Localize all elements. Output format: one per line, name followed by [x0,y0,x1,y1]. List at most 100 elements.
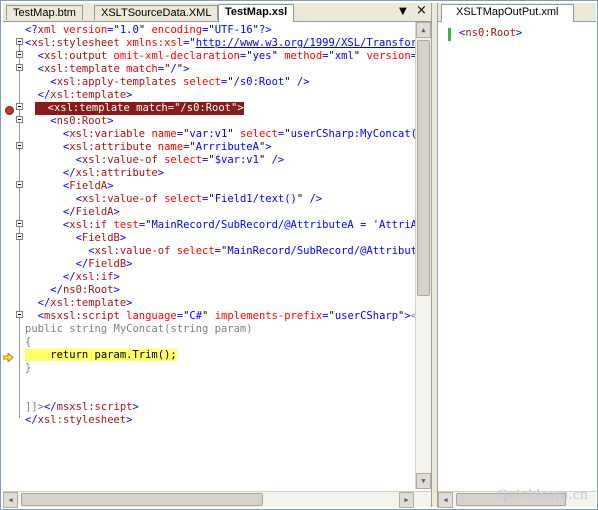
code-token: > [183,63,190,75]
code-line: </xsl:template> [25,297,133,310]
code-line: <FieldA> [25,180,114,193]
collapse-script-icon[interactable] [16,311,23,318]
indicator-margin[interactable] [3,22,15,489]
code-token: xsl:output [43,50,108,62]
code-line: </xsl:if> [25,271,120,284]
collapse-stylesheet-icon[interactable] [16,38,23,45]
code-token: 1.0 [119,24,139,36]
code-editor[interactable]: <?xml version="1.0" encoding="UTF-16"?> <… [3,22,415,489]
code-token: <? [25,24,38,36]
code-token: language [119,310,177,322]
code-token: xsl:value-of [94,245,171,257]
tab-testmap-xsl[interactable]: TestMap.xsl [218,4,295,22]
window-frame: TestMap.btm XSLTSourceData.XML TestMap.x… [0,0,598,510]
breakpoint-code-line: <xsl:template match="/s0:Root"> [35,102,244,115]
code-token: UTF-16 [214,24,253,36]
code-token: </ [25,284,63,296]
code-line: </xsl:stylesheet> [25,414,133,427]
code-token: ArrributeA [195,141,259,153]
tab-xsltmapoutput-xml[interactable]: XSLTMapOutPut.xml [441,4,574,22]
code-token: return param.Trim(); [25,349,177,361]
code-token: </ [25,89,51,101]
code-line: <xsl:if test="MainRecord/SubRecord/@Attr… [25,219,415,232]
outlining-margin [15,22,25,489]
code-line: <xsl:stylesheet xmlns:xsl="http://www.w3… [25,37,415,50]
code-token: xsl:template [50,297,127,309]
collapse-attribute-icon[interactable] [16,142,23,149]
code-line: public string MyConcat(string param) [25,323,253,336]
code-token: ]]> [25,401,44,413]
vertical-scrollbar[interactable]: ▲ ▼ [415,22,431,489]
scroll-right-button[interactable]: ▶ [399,492,414,508]
code-token: FieldA [75,206,114,218]
code-token: ns0:Root [56,115,108,127]
code-token: < [25,154,82,166]
output-scroll-left-button[interactable]: ◀ [438,492,453,508]
output-pane: XSLTMapOutPut.xml <ns0:Root> ◀ Quicklear… [438,3,596,508]
breakpoint-icon[interactable] [5,106,14,115]
code-token: MainRecord/SubRecord/@AttributeA = 'Attr… [151,219,415,231]
code-token: MainRecord/SubRecord/@AttributeA [227,245,415,257]
code-line: <msxsl:script language="C#" implements-p… [25,310,415,323]
close-tab-icon[interactable]: × [416,3,427,18]
code-token: xsl:variable [69,128,146,140]
code-token: < [25,63,44,75]
code-token: > [157,167,165,179]
code-token: < [25,180,70,192]
current-statement-arrow-icon [3,353,14,362]
code-token: > [107,115,114,127]
code-token: < [35,102,54,114]
code-token: /s0:Root [180,102,231,114]
xsl-editor-pane: TestMap.btm XSLTSourceData.XML TestMap.x… [3,3,431,508]
collapse-if-icon[interactable] [16,220,23,227]
code-line: <xsl:variable name="var:v1" select="user… [25,128,415,141]
code-line: </ns0:Root> [25,284,120,297]
code-token: </ [25,414,38,426]
scroll-up-button[interactable]: ▲ [416,22,431,38]
code-token: implements-prefix [208,310,323,322]
code-token: > [107,180,114,192]
code-token: /s0:Root [233,76,285,88]
tab-xsltsourcedata-xml[interactable]: XSLTSourceData.XML [94,5,219,20]
code-token: </ [25,271,76,283]
collapse-template-root-icon[interactable] [16,64,23,71]
code-token: < [25,232,82,244]
code-token: name [151,141,184,153]
scroll-left-button[interactable]: ◀ [3,492,18,508]
collapse-template-s0root-icon[interactable] [16,103,23,110]
horizontal-scroll-thumb[interactable] [21,493,263,506]
code-token: version [56,24,108,36]
code-token: msxsl:script [43,310,120,322]
code-text-area[interactable]: <?xml version="1.0" encoding="UTF-16"?> <… [25,22,415,489]
code-token: </ [43,401,57,413]
vertical-scroll-thumb[interactable] [417,40,430,296]
scroll-down-button[interactable]: ▼ [416,473,431,489]
horizontal-scrollbar[interactable]: ◀ ▶ [3,491,431,508]
code-token: < [25,115,57,127]
code-token: /> [265,154,285,166]
code-token: xsl:template [43,63,120,75]
collapse-ns0root-icon[interactable] [16,116,23,123]
code-line: ]]></msxsl:script> [25,401,139,414]
collapse-output-icon[interactable] [16,51,23,58]
pane-splitter[interactable] [431,3,438,507]
collapse-fieldb-icon[interactable] [16,233,23,240]
collapse-fielda-icon[interactable] [16,181,23,188]
output-editor[interactable]: <ns0:Root> [438,22,596,491]
code-token: > [126,414,133,426]
code-token: FieldA [69,180,108,192]
code-token: xsl:apply-templates [56,76,177,88]
code-token: xml [37,24,57,36]
code-line: <xsl:apply-templates select="/s0:Root" /… [25,76,309,89]
code-token: xsl:template [53,102,130,114]
tab-testmap-btm[interactable]: TestMap.btm [6,5,83,20]
code-token: xsl:attribute [69,141,152,153]
code-token: $var:v1 [214,154,259,166]
code-token: > [237,102,244,114]
code-token: </ [25,258,89,270]
code-token: < [25,128,70,140]
tab-list-dropdown-icon[interactable]: ▼ [399,6,407,17]
code-token: xsl:stylesheet [31,37,120,49]
code-line: <FieldB> [25,232,127,245]
code-token: > [126,258,133,270]
